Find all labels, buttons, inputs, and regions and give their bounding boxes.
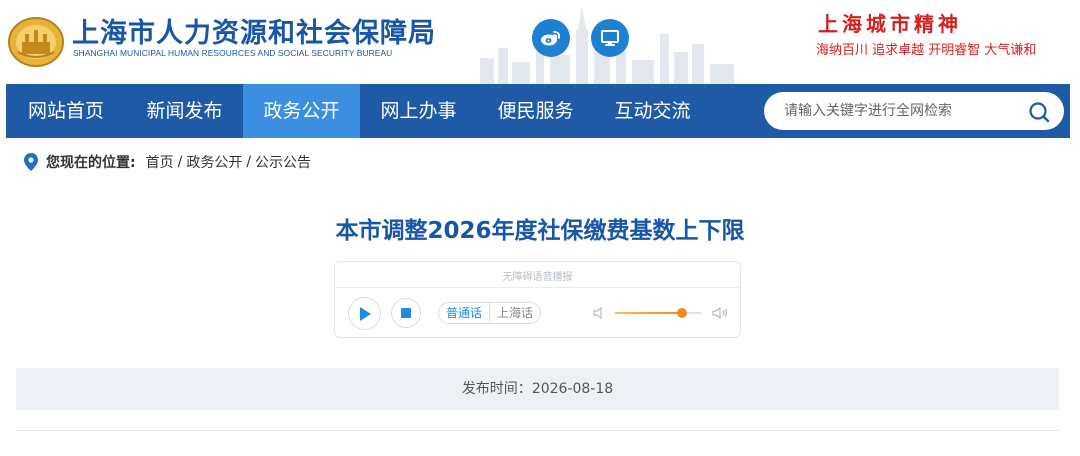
language-toggle: 普通话 上海话 bbox=[438, 302, 542, 324]
breadcrumb-link-announcements[interactable]: 公示公告 bbox=[255, 152, 311, 172]
nav-item-public-services[interactable]: 便民服务 bbox=[477, 84, 594, 138]
city-spirit-slogan: 海纳百川 追求卓越 开明睿智 大气谦和 bbox=[816, 43, 1037, 58]
stop-icon bbox=[401, 308, 411, 318]
breadcrumb-link-home[interactable]: 首页 bbox=[146, 152, 174, 172]
site-subtitle: SHANGHAI MUNICIPAL HUMAN RESOURCES AND S… bbox=[73, 48, 393, 58]
breadcrumb: 您现在的位置: 首页 / 政务公开 / 公示公告 bbox=[24, 151, 311, 173]
language-option-mandarin[interactable]: 普通话 bbox=[439, 303, 489, 323]
language-option-shanghainese[interactable]: 上海话 bbox=[490, 303, 540, 323]
search-button[interactable] bbox=[1026, 99, 1052, 125]
volume-low-icon[interactable] bbox=[592, 306, 606, 320]
search-box bbox=[764, 92, 1064, 130]
nav-item-news[interactable]: 新闻发布 bbox=[126, 84, 243, 138]
search-icon bbox=[1029, 102, 1050, 123]
location-pin-icon bbox=[24, 153, 38, 171]
nav-item-online-services[interactable]: 网上办事 bbox=[360, 84, 477, 138]
search-input[interactable] bbox=[784, 92, 1024, 130]
nav-item-government-affairs[interactable]: 政务公开 bbox=[243, 84, 360, 138]
weibo-button[interactable] bbox=[532, 19, 570, 57]
emblem-icon bbox=[8, 17, 64, 67]
play-icon bbox=[359, 306, 371, 321]
article-title: 本市调整2026年度社保缴费基数上下限 bbox=[335, 218, 745, 244]
breadcrumb-separator: / bbox=[177, 154, 183, 170]
site-header: 上海市人力资源和社会保障局 SHANGHAI MUNICIPAL HUMAN R… bbox=[0, 0, 1080, 84]
publish-label: 发布时间： bbox=[461, 381, 532, 397]
content-divider bbox=[16, 430, 1059, 431]
breadcrumb-separator: / bbox=[246, 154, 252, 170]
publish-info-bar: 发布时间：2026-08-18 bbox=[16, 368, 1059, 410]
main-navigation: 网站首页 新闻发布 政务公开 网上办事 便民服务 互动交流 bbox=[6, 84, 1070, 138]
nav-item-interaction[interactable]: 互动交流 bbox=[594, 84, 711, 138]
computer-icon bbox=[601, 30, 619, 46]
player-divider bbox=[336, 287, 739, 288]
city-spirit-title: 上海城市精神 bbox=[818, 12, 962, 36]
volume-slider[interactable] bbox=[615, 308, 701, 318]
play-button[interactable] bbox=[348, 297, 381, 330]
breadcrumb-label: 您现在的位置: bbox=[46, 155, 136, 171]
stop-button[interactable] bbox=[391, 298, 421, 328]
player-caption: 无障碍语音播报 bbox=[502, 272, 573, 283]
site-title: 上海市人力资源和社会保障局 bbox=[72, 18, 436, 49]
weibo-icon bbox=[541, 31, 561, 46]
breadcrumb-link-government-affairs[interactable]: 政务公开 bbox=[186, 152, 242, 172]
nav-item-home[interactable]: 网站首页 bbox=[6, 84, 126, 138]
audio-player: 无障碍语音播报 普通话 上海话 bbox=[334, 261, 741, 338]
volume-high-icon[interactable] bbox=[711, 306, 729, 320]
volume-slider-handle[interactable] bbox=[677, 308, 688, 318]
publish-date: 2026-08-18 bbox=[531, 381, 614, 397]
volume-slider-fill bbox=[615, 312, 683, 314]
desktop-site-button[interactable] bbox=[591, 19, 629, 57]
